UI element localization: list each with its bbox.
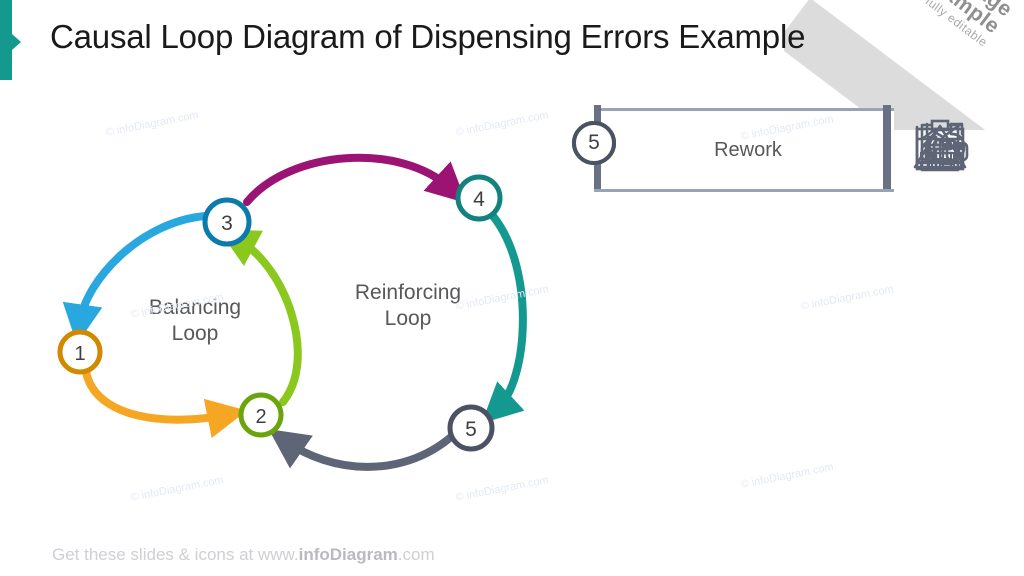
balancing-loop-label: Balancing Loop [148,296,242,345]
causal-loop-diagram: 1 2 3 4 5 Balancing Loop Reinforcing Loo… [0,90,575,560]
node-number-1: 1 [74,343,85,365]
list-item-5[interactable]: Rework 5 [572,105,894,192]
arrow-errors-to-rework [481,212,527,424]
node-number-2: 2 [255,406,266,428]
footer-brand: infoDiagram [298,545,398,564]
accent-notch-icon [12,34,21,50]
arrow-pressure-to-errors [243,153,467,206]
node-number-3: 3 [221,212,233,235]
arrow-productivity-to-work [82,368,247,439]
legend-list: Productivity 1 Amount of work needed to … [572,105,896,548]
page-title: Causal Loop Diagram of Dispensing Errors… [50,18,806,55]
slide-canvas: Usage example fully editable Causal Loop… [0,0,1024,576]
list-item-5-number: 5 [572,121,616,165]
node-number-5: 5 [465,418,477,441]
ribbon-text: Usage example fully editable [862,0,1017,49]
arrow-rework-to-work [268,429,455,471]
footer-suffix: .com [397,545,435,564]
undo-return-arrow-icon [900,108,980,186]
icon-column [900,108,1010,548]
footer-prefix: Get these slides & icons at www. [52,545,299,564]
reinforcing-loop-label: Reinforcing Loop [354,281,462,330]
list-item-5-box: Rework [594,108,894,192]
node-number-4: 4 [473,188,485,211]
list-item-5-right-bar [883,105,891,189]
accent-bar [0,0,12,80]
footer: Get these slides & icons at www.infoDiag… [52,545,435,565]
list-item-5-label: Rework [714,138,782,161]
